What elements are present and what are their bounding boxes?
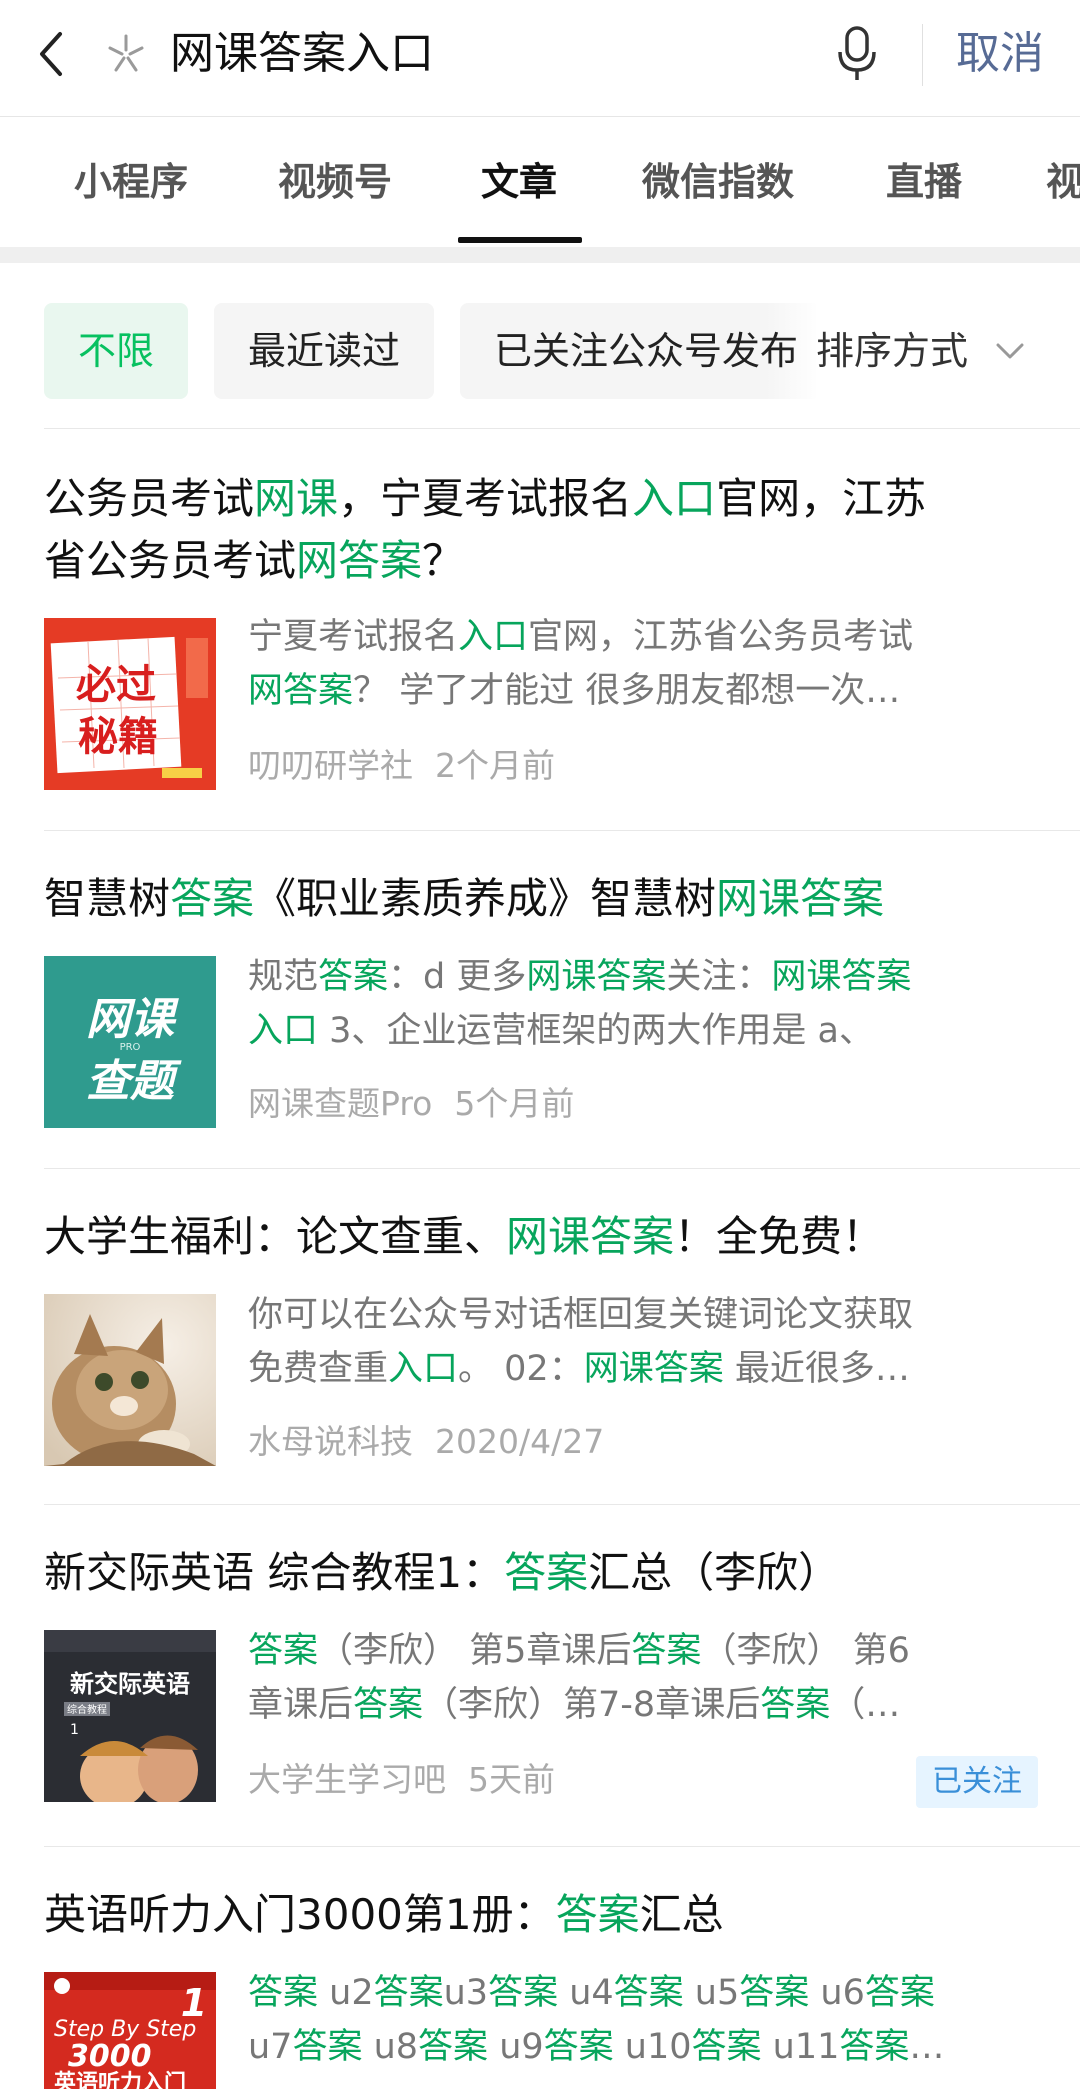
result-snippet: 你可以在公众号对话框回复关键词论文获取 免费查重入口。 02：网课答案 最近很多… xyxy=(248,1295,914,1389)
svg-text:新交际英语: 新交际英语 xyxy=(70,1670,190,1698)
article-thumbnail-book-cover[interactable]: 新交际英语 综合教程 1 xyxy=(44,1630,216,1802)
result-meta: 叨叨研学社 2个月前 xyxy=(248,744,555,788)
result-snippet: 规范答案：d 更多网课答案关注：网课答案 入口 3、企业运营框架的两大作用是 a… xyxy=(248,957,912,1051)
article-thumbnail-book-cover[interactable]: 1 Step By Step 3000 英语听力入门 xyxy=(44,1972,216,2089)
svg-text:网课: 网课 xyxy=(86,994,179,1045)
divider xyxy=(922,24,923,86)
search-result-item[interactable]: 英语听力入门3000第1册：答案汇总 1 Step By Step 3000 英… xyxy=(0,1848,1080,2089)
cancel-button[interactable]: 取消 xyxy=(956,26,1044,82)
result-title[interactable]: 公务员考试网课，宁夏考试报名入口官网，江苏 省公务员考试网答案？ xyxy=(44,468,1034,592)
tab-live[interactable]: 直播 xyxy=(886,157,962,207)
svg-text:秘籍: 秘籍 xyxy=(78,714,158,760)
tab-channels[interactable]: 视频号 xyxy=(278,157,392,207)
result-snippet: 答案 u2答案u3答案 u4答案 u5答案 u6答案 u7答案 u8答案 u9答… xyxy=(248,1973,945,2067)
search-input[interactable]: 网课答案入口 xyxy=(170,26,434,82)
result-title[interactable]: 智慧树答案《职业素质养成》智慧树网课答案 xyxy=(44,868,1034,930)
svg-text:1: 1 xyxy=(70,1722,79,1738)
publish-date: 5个月前 xyxy=(454,1084,575,1123)
divider xyxy=(44,1168,1080,1169)
result-snippet: 答案（李欣） 第5章课后答案（李欣） 第6 章课后答案（李欣）第7-8章课后答案… xyxy=(248,1631,910,1725)
svg-text:3000: 3000 xyxy=(68,2039,152,2074)
category-tabs: 小程序 视频号 文章 微信指数 直播 视 xyxy=(0,117,1080,247)
sort-dropdown[interactable]: 排序方式 xyxy=(816,303,969,399)
result-title[interactable]: 大学生福利：论文查重、网课答案！全免费！ xyxy=(44,1206,1034,1268)
result-title[interactable]: 英语听力入门3000第1册：答案汇总 xyxy=(44,1884,1034,1946)
section-divider xyxy=(0,247,1080,263)
divider xyxy=(44,428,1080,429)
back-arrow-icon[interactable] xyxy=(32,26,72,82)
active-tab-indicator xyxy=(458,237,582,243)
search-sparkle-icon xyxy=(108,34,144,72)
result-meta: 大学生学习吧 5天前 xyxy=(248,1758,555,1802)
result-meta: 水母说科技 2020/4/27 xyxy=(248,1420,604,1464)
search-bar: 网课答案入口 取消 xyxy=(0,0,1080,117)
tab-video[interactable]: 视 xyxy=(1046,157,1080,207)
svg-text:必过: 必过 xyxy=(76,662,156,708)
divider xyxy=(44,830,1080,831)
article-thumbnail[interactable]: 必过 秘籍 xyxy=(44,618,216,790)
tab-wechat-index[interactable]: 微信指数 xyxy=(642,157,794,207)
search-result-item[interactable]: 公务员考试网课，宁夏考试报名入口官网，江苏 省公务员考试网答案？ 必过 秘籍 宁夏… xyxy=(0,430,1080,830)
filter-chip-followed-accounts[interactable]: 已关注公众号发布 xyxy=(460,303,820,399)
followed-badge: 已关注 xyxy=(916,1756,1038,1808)
publish-date: 2020/4/27 xyxy=(435,1422,605,1461)
source-account[interactable]: 水母说科技 xyxy=(248,1422,413,1461)
divider xyxy=(44,1846,1080,1847)
search-result-item[interactable]: 新交际英语 综合教程1：答案汇总（李欣） 新交际英语 综合教程 1 答案（李欣）… xyxy=(0,1506,1080,1846)
source-account[interactable]: 叨叨研学社 xyxy=(248,746,413,785)
publish-date: 2个月前 xyxy=(435,746,555,785)
result-meta: 网课查题Pro 5个月前 xyxy=(248,1082,574,1126)
tab-articles[interactable]: 文章 xyxy=(481,157,557,207)
filter-chip-recently-read[interactable]: 最近读过 xyxy=(214,303,434,399)
microphone-icon[interactable] xyxy=(834,24,880,84)
svg-text:英语听力入门: 英语听力入门 xyxy=(54,2070,186,2089)
chevron-down-icon[interactable] xyxy=(992,333,1028,369)
article-thumbnail[interactable]: 网课 PRO 查题 xyxy=(44,956,216,1128)
source-account[interactable]: 网课查题Pro xyxy=(248,1084,432,1123)
svg-text:查题: 查题 xyxy=(86,1056,182,1107)
publish-date: 5天前 xyxy=(468,1760,555,1799)
filter-bar: 不限 最近读过 已关注公众号发布 排序方式 xyxy=(0,263,1080,428)
result-title[interactable]: 新交际英语 综合教程1：答案汇总（李欣） xyxy=(44,1542,1034,1604)
svg-text:综合教程: 综合教程 xyxy=(67,1703,107,1716)
search-result-item[interactable]: 大学生福利：论文查重、网课答案！全免费！ 你可以在公众号对话框回复关键词论文获取… xyxy=(0,1170,1080,1504)
tab-mini-program[interactable]: 小程序 xyxy=(74,157,188,207)
search-result-item[interactable]: 智慧树答案《职业素质养成》智慧树网课答案 网课 PRO 查题 规范答案：d 更多… xyxy=(0,832,1080,1168)
filter-chip-any[interactable]: 不限 xyxy=(44,303,188,399)
result-snippet: 宁夏考试报名入口官网，江苏省公务员考试 网答案？ 学了才能过 很多朋友都想一次… xyxy=(248,617,914,711)
svg-text:PRO: PRO xyxy=(120,1042,141,1053)
source-account[interactable]: 大学生学习吧 xyxy=(248,1760,446,1799)
divider xyxy=(44,1504,1080,1505)
article-thumbnail-cat-photo[interactable] xyxy=(44,1294,216,1466)
